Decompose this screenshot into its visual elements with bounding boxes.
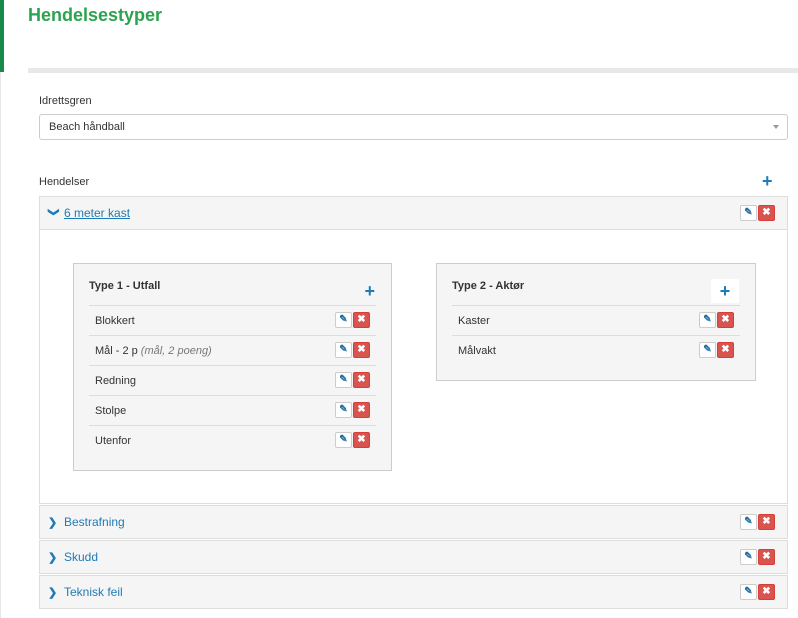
delete-icon[interactable]: ✖ (717, 312, 734, 328)
item-label: Stolpe (95, 404, 127, 417)
left-border (0, 72, 1, 618)
type-title: Type 1 - Utfall (89, 280, 161, 292)
panel-header: ❯ Skudd ✎ ✖ (40, 541, 787, 573)
panel-title[interactable]: Teknisk feil (64, 585, 123, 599)
edit-icon[interactable]: ✎ (740, 205, 757, 221)
event-panel-skudd: ❯ Skudd ✎ ✖ (39, 540, 788, 574)
item-label: Kaster (458, 314, 490, 327)
chevron-down-icon[interactable]: ❯ (48, 207, 61, 219)
sport-label: Idrettsgren (39, 95, 92, 107)
panel-title[interactable]: Skudd (64, 550, 98, 564)
type-list: Blokkert ✎ ✖ Mål - 2 p (mål, 2 poeng) ✎ … (89, 305, 376, 455)
edit-icon[interactable]: ✎ (740, 584, 757, 600)
sport-select[interactable]: Beach håndball (39, 114, 788, 140)
type-title: Type 2 - Aktør (452, 280, 525, 292)
add-event-button[interactable]: + (762, 172, 773, 190)
delete-icon[interactable]: ✖ (758, 514, 775, 530)
add-type-item-button[interactable]: + (364, 282, 375, 300)
delete-icon[interactable]: ✖ (717, 342, 734, 358)
event-panel-bestrafning: ❯ Bestrafning ✎ ✖ (39, 505, 788, 539)
edit-icon[interactable]: ✎ (335, 432, 352, 448)
panel-header: ❯ 6 meter kast ✎ ✖ (40, 197, 787, 229)
edit-icon[interactable]: ✎ (740, 514, 757, 530)
delete-icon[interactable]: ✖ (758, 205, 775, 221)
sport-select-value: Beach håndball (49, 121, 125, 133)
list-item: Mål - 2 p (mål, 2 poeng) ✎ ✖ (89, 335, 376, 365)
item-label: Utenfor (95, 434, 132, 447)
delete-icon[interactable]: ✖ (353, 372, 370, 388)
delete-icon[interactable]: ✖ (353, 402, 370, 418)
item-label: Mål - 2 p (95, 344, 138, 357)
type-box-aktor: Type 2 - Aktør + Kaster ✎ ✖ Målvakt ✎ ✖ (436, 263, 756, 381)
chevron-right-icon[interactable]: ❯ (48, 551, 64, 564)
item-note: (mål, 2 poeng) (140, 344, 212, 357)
panel-header: ❯ Bestrafning ✎ ✖ (40, 506, 787, 538)
edit-icon[interactable]: ✎ (335, 372, 352, 388)
list-item: Stolpe ✎ ✖ (89, 395, 376, 425)
events-label: Hendelser (39, 176, 90, 188)
list-item: Blokkert ✎ ✖ (89, 305, 376, 335)
event-panel-teknisk-feil: ❯ Teknisk feil ✎ ✖ (39, 575, 788, 609)
delete-icon[interactable]: ✖ (758, 549, 775, 565)
page-title: Hendelsestyper (28, 5, 163, 25)
edit-icon[interactable]: ✎ (699, 342, 716, 358)
edit-icon[interactable]: ✎ (335, 402, 352, 418)
item-label: Blokkert (95, 314, 135, 327)
delete-icon[interactable]: ✖ (353, 432, 370, 448)
edit-icon[interactable]: ✎ (335, 342, 352, 358)
panel-header: ❯ Teknisk feil ✎ ✖ (40, 576, 787, 608)
panel-title[interactable]: 6 meter kast (64, 206, 130, 220)
left-accent-bar (0, 0, 4, 72)
caret-down-icon (773, 125, 779, 129)
edit-icon[interactable]: ✎ (335, 312, 352, 328)
delete-icon[interactable]: ✖ (353, 342, 370, 358)
delete-icon[interactable]: ✖ (353, 312, 370, 328)
panel-body: Type 1 - Utfall + Blokkert ✎ ✖ Mål - 2 p… (40, 229, 787, 503)
list-item: Redning ✎ ✖ (89, 365, 376, 395)
list-item: Kaster ✎ ✖ (452, 305, 740, 335)
edit-icon[interactable]: ✎ (699, 312, 716, 328)
item-label: Redning (95, 374, 136, 387)
type-box-utfall: Type 1 - Utfall + Blokkert ✎ ✖ Mål - 2 p… (73, 263, 392, 471)
chevron-right-icon[interactable]: ❯ (48, 516, 64, 529)
item-label: Målvakt (458, 344, 496, 357)
chevron-right-icon[interactable]: ❯ (48, 586, 64, 599)
title-divider (28, 68, 798, 73)
list-item: Målvakt ✎ ✖ (452, 335, 740, 365)
edit-icon[interactable]: ✎ (740, 549, 757, 565)
add-type-item-button[interactable]: + (711, 279, 739, 303)
delete-icon[interactable]: ✖ (758, 584, 775, 600)
panel-title[interactable]: Bestrafning (64, 515, 125, 529)
type-list: Kaster ✎ ✖ Målvakt ✎ ✖ (452, 305, 740, 365)
list-item: Utenfor ✎ ✖ (89, 425, 376, 455)
event-panel-6-meter-kast: ❯ 6 meter kast ✎ ✖ Type 1 - Utfall + Blo… (39, 196, 788, 504)
